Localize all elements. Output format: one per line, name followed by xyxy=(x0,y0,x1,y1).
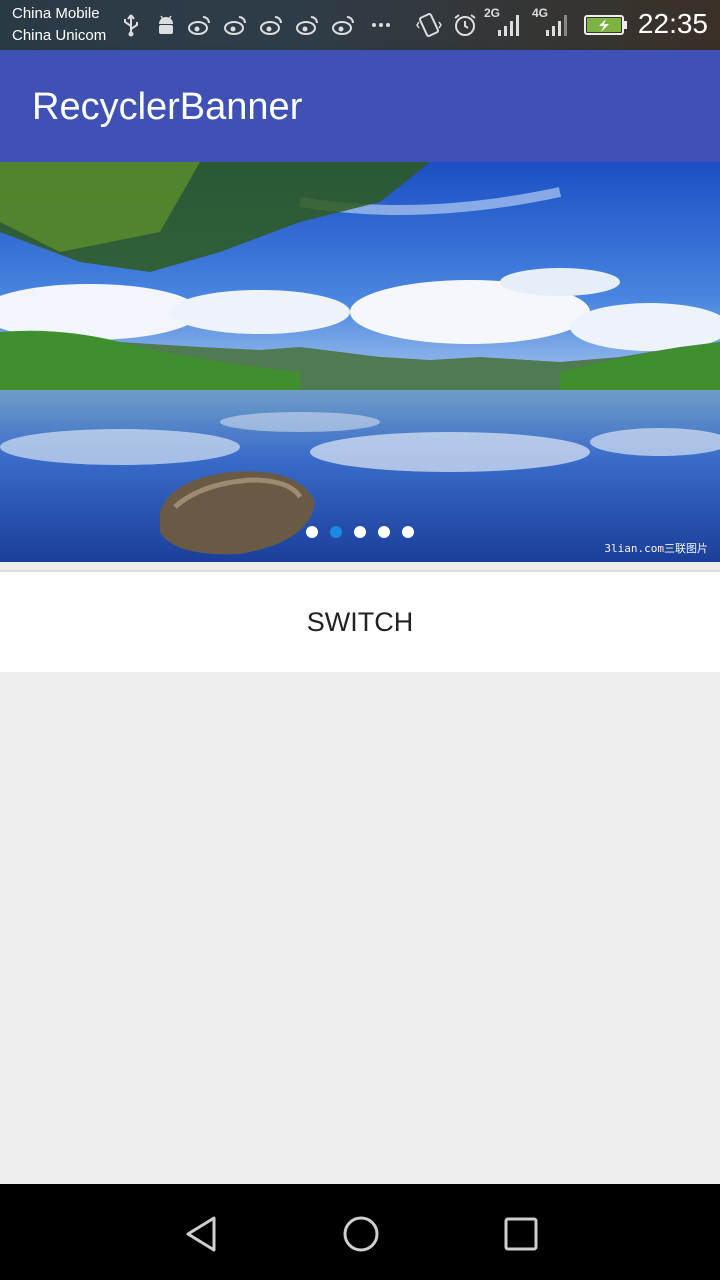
signal-icon xyxy=(544,12,570,38)
switch-container: SWITCH xyxy=(0,572,720,672)
banner-page-indicator xyxy=(306,526,414,538)
clock: 22:35 xyxy=(637,8,708,39)
weibo-icon xyxy=(259,12,285,38)
image-watermark: 3lian.com三联图片 xyxy=(604,542,708,555)
status-bar: China Mobile China Unicom 2G 4G 22:35 xyxy=(0,0,720,50)
indicator-dot[interactable] xyxy=(354,526,366,538)
signal-icon xyxy=(496,12,522,38)
vibrate-icon xyxy=(416,12,442,38)
weibo-icon xyxy=(295,12,321,38)
weibo-icon xyxy=(331,12,357,38)
recycler-banner[interactable]: 3lian.com三联图片 xyxy=(0,162,720,562)
usb-icon xyxy=(118,12,144,38)
carrier-info: China Mobile China Unicom xyxy=(12,3,106,47)
navigation-bar xyxy=(0,1184,720,1280)
app-title: RecyclerBanner xyxy=(32,86,303,128)
back-icon[interactable] xyxy=(180,1212,224,1256)
alarm-icon xyxy=(452,12,478,38)
more-icon xyxy=(368,12,394,38)
weibo-icon xyxy=(223,12,249,38)
recents-icon[interactable] xyxy=(499,1212,543,1256)
weibo-icon xyxy=(187,12,213,38)
carrier-2: China Unicom xyxy=(12,27,107,44)
battery-charging-icon xyxy=(584,12,628,38)
indicator-dot[interactable] xyxy=(378,526,390,538)
indicator-dot[interactable] xyxy=(402,526,414,538)
banner-image xyxy=(0,162,720,562)
app-bar: RecyclerBanner xyxy=(0,50,720,162)
indicator-dot-active[interactable] xyxy=(330,526,342,538)
home-icon[interactable] xyxy=(339,1212,383,1256)
carrier-1: China Mobile xyxy=(12,5,100,22)
indicator-dot[interactable] xyxy=(306,526,318,538)
android-icon xyxy=(153,12,179,38)
switch-button[interactable]: SWITCH xyxy=(0,572,720,672)
